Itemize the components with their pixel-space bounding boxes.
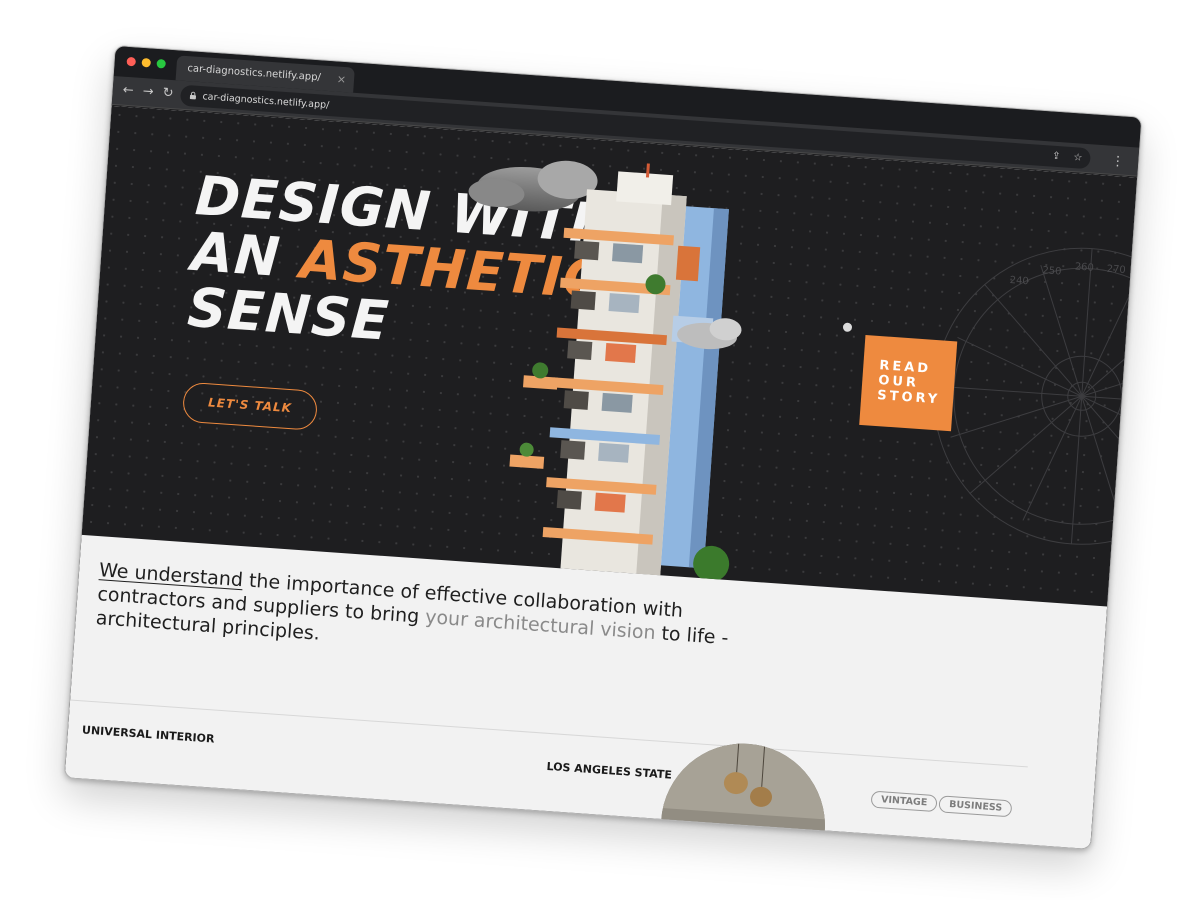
address-bar-actions: ⇪ ☆	[1051, 146, 1083, 169]
building-illustration	[468, 160, 742, 586]
dial-number: 250	[1042, 265, 1062, 277]
lock-icon	[189, 91, 197, 100]
maximize-window-button[interactable]	[156, 58, 166, 69]
forward-arrow-icon[interactable]: →	[142, 83, 154, 102]
window-controls	[126, 56, 166, 69]
close-window-button[interactable]	[126, 56, 137, 67]
address-url: car-diagnostics.netlify.app/	[202, 91, 330, 112]
web-page: 240 250 260 270 DESIGN WITH AN ASTHETIC …	[64, 105, 1138, 851]
project-tags: VINTAGE BUSINESS	[870, 790, 1013, 818]
project-label-los-angeles-state[interactable]: LOS ANGELES STATE	[546, 760, 672, 782]
reload-icon[interactable]: ↻	[162, 84, 174, 103]
minimize-window-button[interactable]	[141, 57, 152, 68]
tag-vintage[interactable]: VINTAGE	[870, 790, 938, 813]
share-icon[interactable]: ⇪	[1051, 146, 1061, 168]
protractor-decoration: 240 250 260 270	[933, 247, 1138, 545]
interior-photo-illustration	[655, 738, 831, 851]
dial-number: 260	[1074, 261, 1094, 273]
read-our-story-button[interactable]: READ OUR STORY	[859, 335, 958, 432]
tab-close-icon[interactable]: ×	[336, 67, 347, 93]
dial-number: 240	[1009, 275, 1029, 287]
lets-talk-button[interactable]: LET'S TALK	[181, 381, 319, 431]
tag-business[interactable]: BUSINESS	[938, 795, 1013, 818]
browser-window: car-diagnostics.netlify.app/ × ← → ↻ car…	[63, 44, 1143, 851]
dial-number: 270	[1106, 264, 1126, 276]
back-arrow-icon[interactable]: ←	[122, 82, 134, 101]
bookmark-star-icon[interactable]: ☆	[1073, 147, 1083, 169]
tab-title: car-diagnostics.netlify.app/	[187, 63, 322, 84]
hero-section: 240 250 260 270 DESIGN WITH AN ASTHETIC …	[81, 105, 1138, 607]
carousel-dot[interactable]	[842, 322, 853, 333]
project-photo[interactable]	[655, 738, 831, 851]
screenshot-stage: car-diagnostics.netlify.app/ × ← → ↻ car…	[0, 0, 1200, 900]
project-label-universal-interior[interactable]: UNIVERSAL INTERIOR	[82, 723, 215, 745]
browser-menu-icon[interactable]: ⋮	[1111, 152, 1125, 171]
